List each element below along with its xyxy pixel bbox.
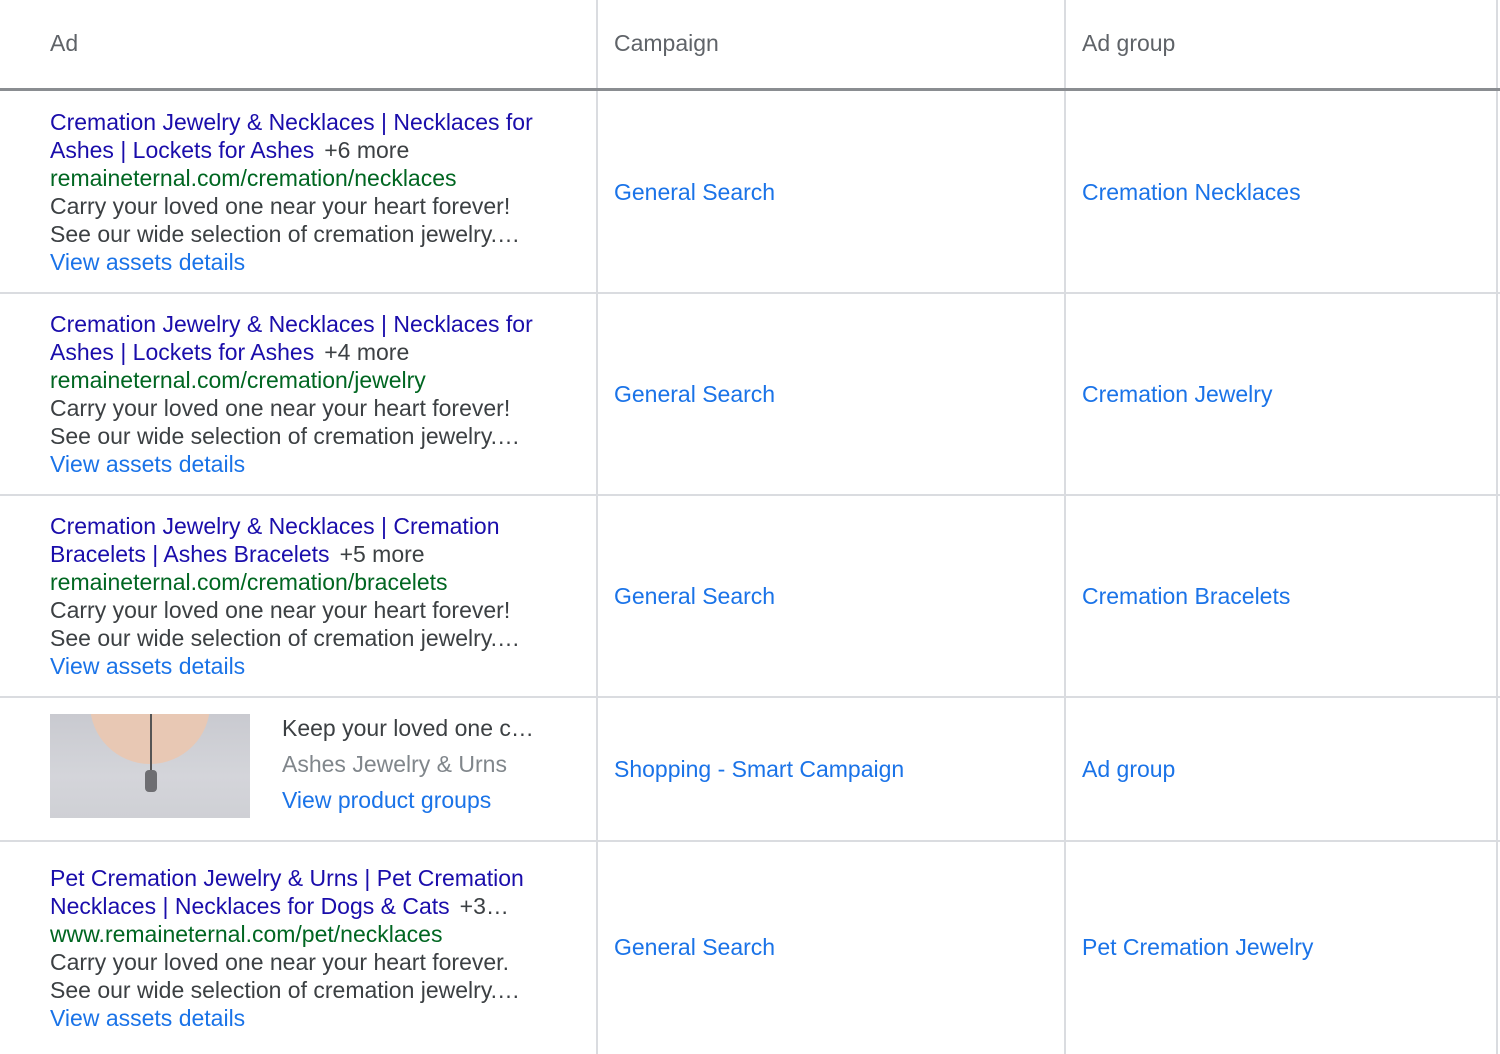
more-headlines: +6 more	[324, 137, 410, 163]
ad-group-link[interactable]: Pet Cremation Jewelry	[1082, 934, 1313, 961]
ad-group-link[interactable]: Cremation Jewelry	[1082, 381, 1272, 408]
ad-headline[interactable]: Pet Cremation Jewelry & Urns | Pet Crema…	[50, 865, 524, 919]
campaign-link[interactable]: Shopping - Smart Campaign	[614, 756, 904, 783]
ad-headline[interactable]: Cremation Jewelry & Necklaces | Necklace…	[50, 109, 533, 163]
table-row: Cremation Jewelry & Necklaces | Necklace…	[0, 91, 1500, 292]
display-url: remaineternal.com/cremation/necklaces	[50, 165, 457, 191]
ad-description-2: See our wide selection of cremation jewe…	[50, 221, 521, 247]
more-headlines: +3…	[459, 893, 509, 919]
display-url: remaineternal.com/cremation/jewelry	[50, 367, 426, 393]
campaign-link[interactable]: General Search	[614, 583, 775, 610]
more-headlines: +4 more	[324, 339, 410, 365]
product-image[interactable]	[50, 714, 250, 818]
ad-group-link[interactable]: Cremation Necklaces	[1082, 179, 1301, 206]
display-url: www.remaineternal.com/pet/necklaces	[50, 921, 443, 947]
view-assets-details-link[interactable]: View assets details	[50, 450, 550, 478]
table-row: Keep your loved one c… Ashes Jewelry & U…	[0, 698, 1500, 840]
ad-headline-block: Cremation Jewelry & Necklaces | Necklace…	[50, 108, 550, 164]
view-product-groups-link[interactable]: View product groups	[282, 782, 542, 818]
ad-description-1: Carry your loved one near your heart for…	[50, 193, 511, 219]
text-ad: Cremation Jewelry & Necklaces | Necklace…	[50, 108, 550, 276]
ad-headline-block: Cremation Jewelry & Necklaces | Crematio…	[50, 512, 550, 568]
ad-description-2: See our wide selection of cremation jewe…	[50, 977, 521, 1003]
ad-description-2: See our wide selection of cremation jewe…	[50, 423, 521, 449]
text-ad: Pet Cremation Jewelry & Urns | Pet Crema…	[50, 864, 560, 1032]
store-name: Ashes Jewelry & Urns	[282, 751, 507, 777]
table-header: Ad Campaign Ad group	[0, 0, 1500, 88]
pendant-icon	[145, 770, 157, 792]
ad-headline[interactable]: Cremation Jewelry & Necklaces | Crematio…	[50, 513, 500, 567]
ads-table: Ad Campaign Ad group Cremation Jewelry &…	[0, 0, 1500, 1054]
ad-description-1: Carry your loved one near your heart for…	[50, 597, 511, 623]
ad-headline-block: Cremation Jewelry & Necklaces | Necklace…	[50, 310, 550, 366]
campaign-link[interactable]: General Search	[614, 381, 775, 408]
product-title: Keep your loved one c…	[282, 715, 534, 741]
campaign-link[interactable]: General Search	[614, 179, 775, 206]
ad-headline[interactable]: Cremation Jewelry & Necklaces | Necklace…	[50, 311, 533, 365]
ad-headline-block: Pet Cremation Jewelry & Urns | Pet Crema…	[50, 864, 560, 920]
text-ad: Cremation Jewelry & Necklaces | Necklace…	[50, 310, 550, 478]
ad-description-1: Carry your loved one near your heart for…	[50, 395, 511, 421]
view-assets-details-link[interactable]: View assets details	[50, 652, 550, 680]
ad-group-link[interactable]: Cremation Bracelets	[1082, 583, 1290, 610]
column-header-ad-group[interactable]: Ad group	[1082, 30, 1175, 57]
table-row: Cremation Jewelry & Necklaces | Crematio…	[0, 496, 1500, 696]
ad-group-link[interactable]: Ad group	[1082, 756, 1175, 783]
table-row: Pet Cremation Jewelry & Urns | Pet Crema…	[0, 842, 1500, 1054]
table-row: Cremation Jewelry & Necklaces | Necklace…	[0, 294, 1500, 494]
campaign-link[interactable]: General Search	[614, 934, 775, 961]
ad-description-1: Carry your loved one near your heart for…	[50, 949, 509, 975]
column-header-ad[interactable]: Ad	[50, 30, 78, 57]
more-headlines: +5 more	[339, 541, 425, 567]
column-header-campaign[interactable]: Campaign	[614, 30, 719, 57]
display-url: remaineternal.com/cremation/bracelets	[50, 569, 448, 595]
shopping-ad: Keep your loved one c… Ashes Jewelry & U…	[282, 710, 542, 818]
ad-description-2: See our wide selection of cremation jewe…	[50, 625, 521, 651]
text-ad: Cremation Jewelry & Necklaces | Crematio…	[50, 512, 550, 680]
view-assets-details-link[interactable]: View assets details	[50, 248, 550, 276]
view-assets-details-link[interactable]: View assets details	[50, 1004, 560, 1032]
